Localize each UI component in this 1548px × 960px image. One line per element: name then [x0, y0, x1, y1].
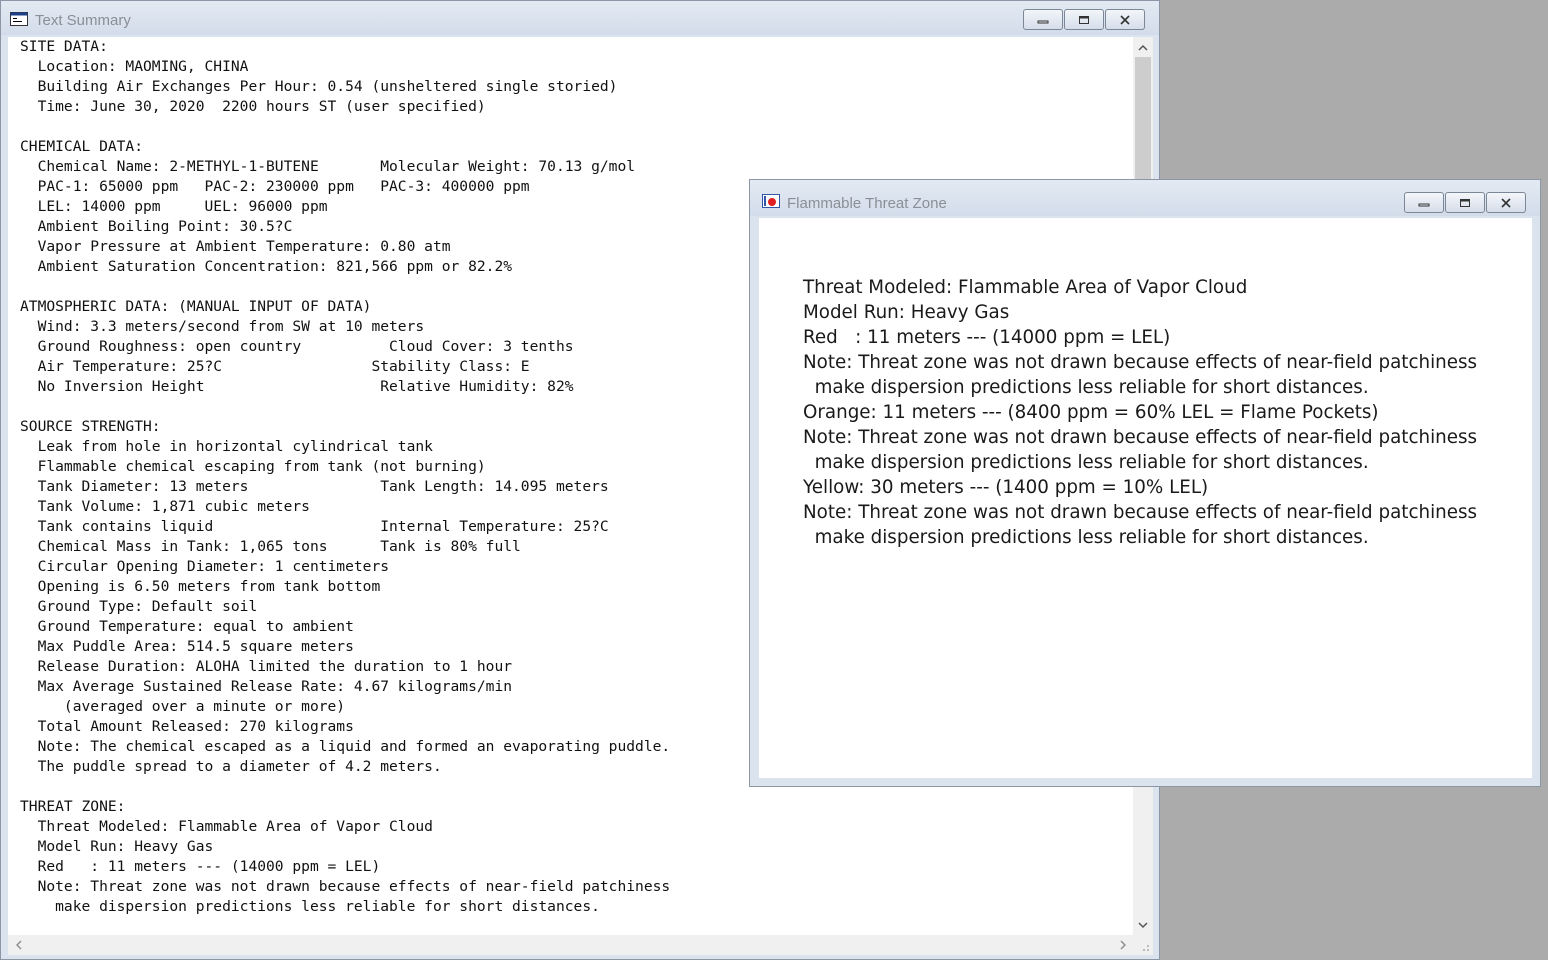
scroll-left-button[interactable] — [8, 935, 28, 955]
flame-line: Yellow: 30 meters --- (1400 ppm = 10% LE… — [803, 477, 1209, 498]
summary-line: Red : 11 meters --- (14000 ppm = LEL) — [20, 858, 381, 875]
restore-icon — [1460, 198, 1470, 207]
scroll-right-button[interactable] — [1113, 935, 1133, 955]
size-grip[interactable] — [1133, 935, 1153, 955]
text-summary-titlebar[interactable]: Text Summary — [1, 1, 1159, 35]
flame-line: make dispersion predictions less reliabl… — [803, 452, 1369, 473]
size-grip-icon — [1143, 945, 1149, 951]
flame-line: make dispersion predictions less reliabl… — [803, 377, 1369, 398]
summary-line: SITE DATA: — [20, 38, 108, 55]
scroll-down-button[interactable] — [1133, 915, 1153, 935]
close-icon — [1120, 14, 1130, 25]
flame-line: Note: Threat zone was not drawn because … — [803, 352, 1478, 373]
flame-line: Orange: 11 meters --- (8400 ppm = 60% LE… — [803, 402, 1379, 423]
summary-line: Time: June 30, 2020 2200 hours ST (user … — [20, 98, 486, 115]
close-button[interactable] — [1105, 9, 1145, 30]
minimize-button[interactable] — [1023, 9, 1063, 30]
flame-titlebar[interactable]: Flammable Threat Zone — [750, 180, 1540, 216]
flame-text-area: Threat Modeled: Flammable Area of Vapor … — [759, 218, 1532, 778]
scroll-up-button[interactable] — [1133, 37, 1153, 57]
flame-line: make dispersion predictions less reliabl… — [803, 527, 1369, 548]
summary-line: Model Run: Heavy Gas — [20, 838, 214, 855]
summary-line: Chemical Name: 2-METHYL-1-BUTENE Molecul… — [20, 158, 636, 175]
close-button[interactable] — [1486, 192, 1526, 213]
flame-line: Note: Threat zone was not drawn because … — [803, 427, 1478, 448]
summary-line: make dispersion predictions less reliabl… — [20, 898, 600, 915]
scroll-up-icon — [1138, 44, 1148, 51]
close-icon — [1501, 197, 1511, 208]
summary-line: Building Air Exchanges Per Hour: 0.54 (u… — [20, 78, 618, 95]
text-document-icon — [10, 11, 28, 26]
minimize-icon — [1037, 20, 1049, 23]
summary-line: Note: Threat zone was not drawn because … — [20, 878, 671, 895]
window-title: Flammable Threat Zone — [787, 195, 947, 212]
summary-line: CHEMICAL DATA: — [20, 138, 144, 155]
summary-line: Threat Modeled: Flammable Area of Vapor … — [20, 818, 433, 835]
scroll-left-icon — [15, 940, 21, 950]
summary-line — [20, 117, 1130, 137]
threat-zone-icon — [762, 193, 780, 208]
minimize-icon — [1418, 203, 1430, 206]
flame-line: Note: Threat zone was not drawn because … — [803, 502, 1478, 523]
scroll-right-icon — [1120, 940, 1126, 950]
restore-icon — [1079, 15, 1089, 24]
flame-threat-text: Threat Modeled: Flammable Area of Vapor … — [803, 275, 1523, 550]
flame-line: Model Run: Heavy Gas — [803, 302, 1010, 323]
summary-line: Location: MAOMING, CHINA — [20, 58, 249, 75]
flame-line: Red : 11 meters --- (14000 ppm = LEL) — [803, 327, 1171, 348]
minimize-button[interactable] — [1404, 192, 1444, 213]
scroll-down-icon — [1138, 921, 1148, 928]
restore-button[interactable] — [1445, 192, 1485, 213]
restore-button[interactable] — [1064, 9, 1104, 30]
summary-line: THREAT ZONE: — [20, 798, 126, 815]
flammable-threat-zone-window[interactable]: Flammable Threat Zone Threat Modeled: Fl… — [749, 179, 1541, 787]
horizontal-scrollbar[interactable] — [8, 935, 1133, 955]
flame-line: Threat Modeled: Flammable Area of Vapor … — [803, 277, 1248, 298]
window-title: Text Summary — [35, 12, 131, 29]
